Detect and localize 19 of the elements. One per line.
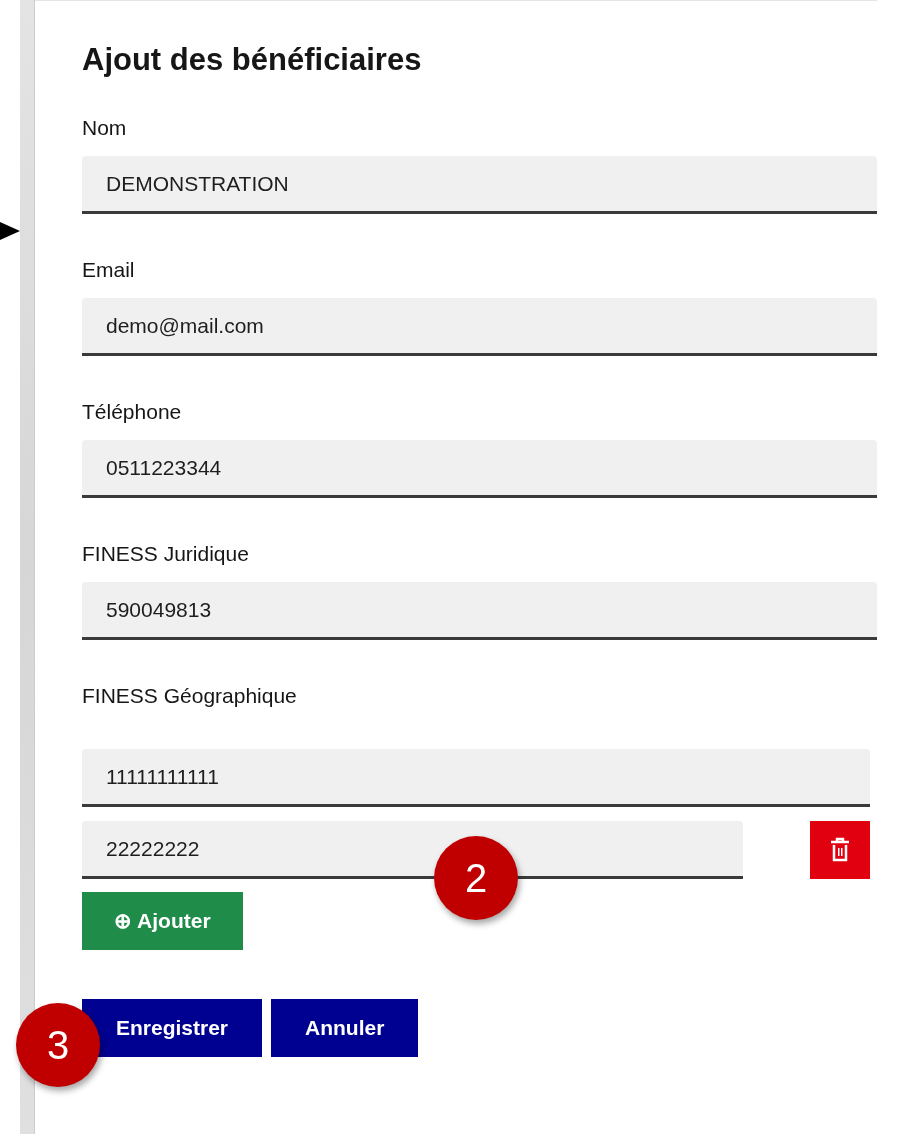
field-label: Nom <box>82 115 128 141</box>
input-field[interactable]: demo@mail.com <box>82 298 877 356</box>
action-button[interactable]: Annuler <box>271 999 419 1057</box>
delete-button[interactable] <box>810 821 870 879</box>
action-button[interactable]: Enregistrer <box>82 999 263 1057</box>
input-field[interactable]: DEMONSTRATION <box>82 156 877 214</box>
field-label: FINESS Géographique <box>82 683 298 709</box>
field-label: FINESS Juridique <box>82 541 250 567</box>
form-title: Ajout des bénéficiaires <box>82 41 423 79</box>
field-label: Téléphone <box>82 399 183 425</box>
field-label: Email <box>82 257 136 283</box>
step-badge: 3 <box>16 1003 100 1087</box>
input-field[interactable]: 0511223344 <box>82 440 877 498</box>
add-button[interactable]: ⊕ Ajouter <box>82 892 243 950</box>
arrow-icon <box>0 222 20 240</box>
trash-icon <box>829 837 851 863</box>
input-field[interactable]: 590049813 <box>82 582 877 640</box>
step-badge: 2 <box>434 836 518 920</box>
input-field[interactable]: 11111111111 <box>82 749 870 807</box>
